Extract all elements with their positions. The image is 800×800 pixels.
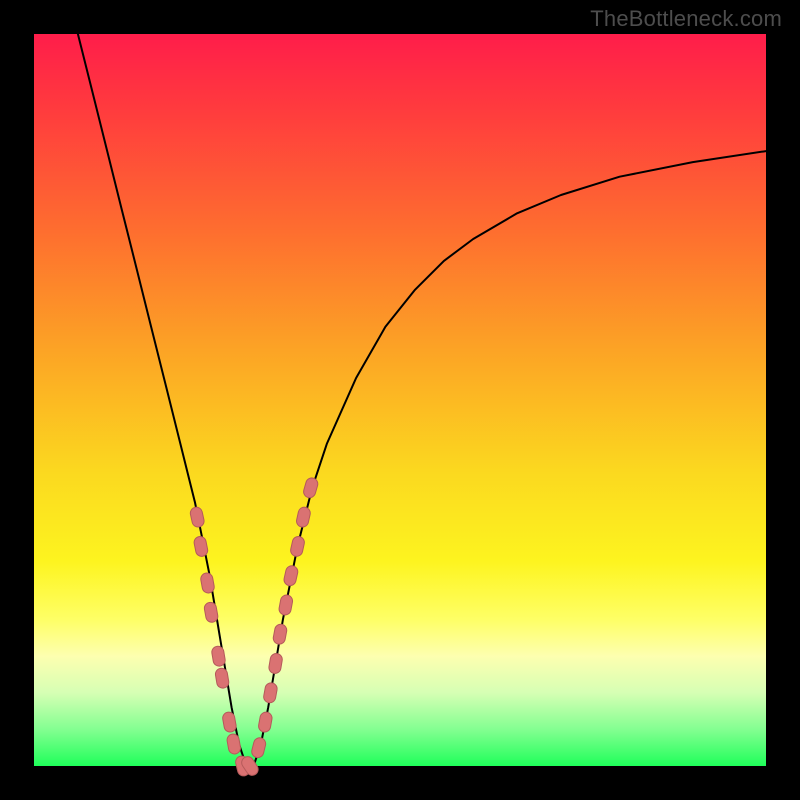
curve-marker [295,506,311,528]
curve-marker [278,594,293,616]
chart-frame: TheBottleneck.com [0,0,800,800]
curve-marker [289,535,305,557]
curve-marker [200,572,215,594]
curve-layer [34,34,766,766]
bottleneck-curve [78,34,766,766]
curve-marker [302,477,319,500]
curve-marker [189,506,205,528]
plot-area [34,34,766,766]
watermark-text: TheBottleneck.com [590,6,782,32]
curve-marker [211,645,226,667]
curve-marker [215,667,230,689]
curve-marker [193,535,209,557]
curve-marker [283,565,299,587]
curve-marker [203,601,218,623]
curve-marker [250,737,266,759]
curve-marker [258,711,273,733]
marker-group [189,477,319,778]
curve-marker [263,682,278,704]
curve-marker [272,623,287,645]
curve-marker [268,653,283,675]
curve-marker [222,711,237,733]
curve-marker [226,733,241,755]
